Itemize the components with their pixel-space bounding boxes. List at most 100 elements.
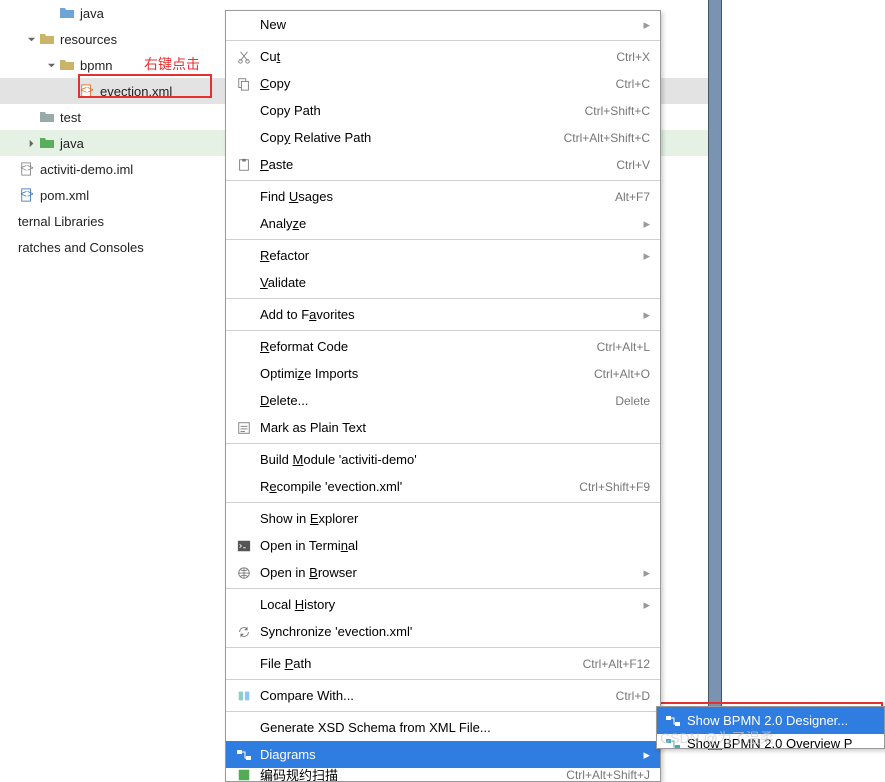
annotation-box-1	[78, 74, 212, 98]
tree-arrow-icon[interactable]	[24, 139, 38, 148]
menu-item[interactable]: Open in Terminal	[226, 532, 660, 559]
menu-item-label: Find Usages	[254, 189, 615, 204]
menu-item-label: Copy Path	[254, 103, 585, 118]
menu-item-label: Copy Relative Path	[254, 130, 564, 145]
menu-item[interactable]: Copy Relative PathCtrl+Alt+Shift+C	[226, 124, 660, 151]
folder-yellow-icon	[58, 56, 76, 74]
folder-blue-icon	[58, 4, 76, 22]
menu-separator	[226, 443, 660, 444]
menu-item-label: New	[254, 17, 638, 32]
menu-separator	[226, 40, 660, 41]
editor-splitter[interactable]	[708, 0, 722, 750]
menu-item-label: Reformat Code	[254, 339, 597, 354]
watermark: CSDN @为了温柔	[660, 728, 774, 748]
menu-item-label: Synchronize 'evection.xml'	[254, 624, 650, 639]
menu-item[interactable]: Analyze▸	[226, 210, 660, 237]
menu-shortcut: Alt+F7	[615, 190, 650, 204]
menu-item-label: Add to Favorites	[254, 307, 638, 322]
sync-icon	[234, 625, 254, 639]
menu-separator	[226, 330, 660, 331]
menu-shortcut: Delete	[615, 394, 650, 408]
menu-item[interactable]: Synchronize 'evection.xml'	[226, 618, 660, 645]
menu-shortcut: Ctrl+Alt+O	[594, 367, 650, 381]
tree-item-label: java	[60, 136, 84, 151]
tree-arrow-icon[interactable]	[44, 61, 58, 70]
file-iml-icon: <>	[18, 160, 36, 178]
menu-item[interactable]: Generate XSD Schema from XML File...	[226, 714, 660, 741]
menu-item[interactable]: Local History▸	[226, 591, 660, 618]
menu-item[interactable]: Add to Favorites▸	[226, 301, 660, 328]
ext-icon	[234, 768, 254, 781]
menu-item[interactable]: Show in Explorer	[226, 505, 660, 532]
menu-item[interactable]: CutCtrl+X	[226, 43, 660, 70]
menu-separator	[226, 679, 660, 680]
menu-separator	[226, 647, 660, 648]
menu-item-label: Validate	[254, 275, 650, 290]
menu-shortcut: Ctrl+X	[616, 50, 650, 64]
diagram-icon	[234, 747, 254, 763]
tree-item-label: ratches and Consoles	[18, 240, 144, 255]
menu-item[interactable]: Delete...Delete	[226, 387, 660, 414]
svg-text:<>: <>	[20, 163, 34, 175]
menu-item-label: Refactor	[254, 248, 638, 263]
menu-item[interactable]: File PathCtrl+Alt+F12	[226, 650, 660, 677]
submenu-arrow-icon: ▸	[638, 248, 650, 264]
mark-icon	[234, 421, 254, 435]
menu-item[interactable]: PasteCtrl+V	[226, 151, 660, 178]
menu-shortcut: Ctrl+Shift+F9	[579, 480, 650, 494]
menu-item-label: Optimize Imports	[254, 366, 594, 381]
tree-item-label: test	[60, 110, 81, 125]
menu-item[interactable]: Optimize ImportsCtrl+Alt+O	[226, 360, 660, 387]
menu-item[interactable]: Reformat CodeCtrl+Alt+L	[226, 333, 660, 360]
paste-icon	[234, 158, 254, 172]
menu-item[interactable]: Copy PathCtrl+Shift+C	[226, 97, 660, 124]
menu-separator	[226, 180, 660, 181]
submenu-item-label: Show BPMN 2.0 Designer...	[683, 713, 848, 728]
tree-item-label: activiti-demo.iml	[40, 162, 133, 177]
context-menu[interactable]: New▸CutCtrl+XCopyCtrl+CCopy PathCtrl+Shi…	[225, 10, 661, 782]
diagram-icon	[663, 713, 683, 729]
browser-icon	[234, 566, 254, 580]
menu-separator	[226, 239, 660, 240]
menu-item-label: Diagrams	[254, 747, 638, 762]
menu-item[interactable]: Compare With...Ctrl+D	[226, 682, 660, 709]
annotation-text-1: 右键点击	[144, 54, 200, 74]
submenu-arrow-icon: ▸	[638, 17, 650, 33]
menu-separator	[226, 298, 660, 299]
menu-separator	[226, 502, 660, 503]
menu-item-label: Generate XSD Schema from XML File...	[254, 720, 650, 735]
tree-item-label: pom.xml	[40, 188, 89, 203]
menu-item[interactable]: Refactor▸	[226, 242, 660, 269]
menu-item[interactable]: Open in Browser▸	[226, 559, 660, 586]
menu-item[interactable]: 编码规约扫描Ctrl+Alt+Shift+J	[226, 768, 660, 781]
menu-item[interactable]: Mark as Plain Text	[226, 414, 660, 441]
menu-item-label: Recompile 'evection.xml'	[254, 479, 579, 494]
menu-shortcut: Ctrl+C	[616, 77, 650, 91]
menu-shortcut: Ctrl+Alt+Shift+C	[564, 131, 650, 145]
compare-icon	[234, 689, 254, 703]
menu-item-label: Show in Explorer	[254, 511, 650, 526]
menu-item-label: Copy	[254, 76, 616, 91]
submenu-arrow-icon: ▸	[638, 216, 650, 232]
menu-item[interactable]: Diagrams▸	[226, 741, 660, 768]
tree-item-label: resources	[60, 32, 117, 47]
submenu-arrow-icon: ▸	[638, 565, 650, 581]
submenu-arrow-icon: ▸	[638, 597, 650, 613]
tree-item-label: ternal Libraries	[18, 214, 104, 229]
menu-item-label: Build Module 'activiti-demo'	[254, 452, 650, 467]
menu-item[interactable]: Find UsagesAlt+F7	[226, 183, 660, 210]
menu-item-label: Compare With...	[254, 688, 616, 703]
file-pom-icon: <>	[18, 186, 36, 204]
menu-shortcut: Ctrl+Shift+C	[585, 104, 650, 118]
menu-item[interactable]: New▸	[226, 11, 660, 38]
tree-arrow-icon[interactable]	[24, 35, 38, 44]
menu-item[interactable]: CopyCtrl+C	[226, 70, 660, 97]
copy-icon	[234, 77, 254, 91]
folder-green-icon	[38, 134, 56, 152]
cut-icon	[234, 50, 254, 64]
menu-item-label: Cut	[254, 49, 616, 64]
folder-grey-icon	[38, 108, 56, 126]
menu-item[interactable]: Recompile 'evection.xml'Ctrl+Shift+F9	[226, 473, 660, 500]
menu-item[interactable]: Validate	[226, 269, 660, 296]
menu-item[interactable]: Build Module 'activiti-demo'	[226, 446, 660, 473]
